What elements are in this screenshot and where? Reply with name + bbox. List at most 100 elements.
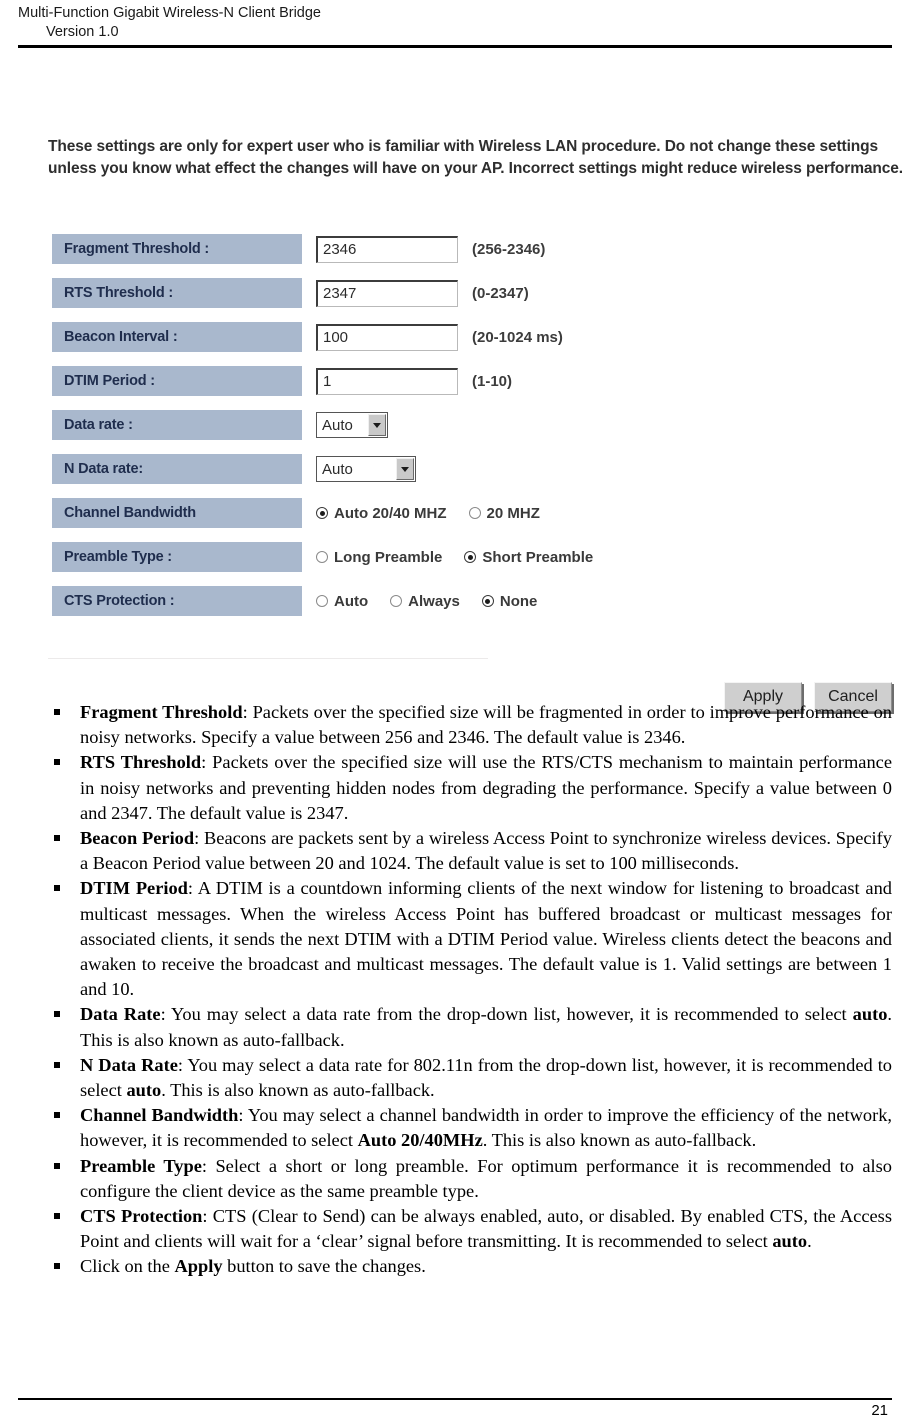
list-item: RTS Threshold: Packets over the specifie… xyxy=(48,750,892,826)
bullet-emphasis: auto xyxy=(852,1004,888,1025)
chevron-down-icon xyxy=(396,458,414,480)
bullet-term: Preamble Type xyxy=(80,1155,202,1176)
field-beacon-interval: 100 (20-1024 ms) xyxy=(316,323,563,351)
list-item: DTIM Period: A DTIM is a countdown infor… xyxy=(48,876,892,1002)
bullet-term: DTIM Period xyxy=(80,878,188,899)
radio-label: Short Preamble xyxy=(482,548,594,566)
bullet-text: : Beacons are packets sent by a wireless… xyxy=(80,828,892,874)
radio-label: Long Preamble xyxy=(334,548,443,566)
radio-icon xyxy=(468,507,481,519)
radio-label: Auto 20/40 MHZ xyxy=(334,504,447,522)
row-cts-protection: CTS Protection : Auto Always None xyxy=(52,586,882,616)
label-beacon-interval: Beacon Interval : xyxy=(52,322,302,352)
list-item: Beacon Period: Beacons are packets sent … xyxy=(48,826,892,876)
settings-description-list: Fragment Threshold : Packets over the spe… xyxy=(0,700,910,1280)
bullet-emphasis: Auto 20/40MHz xyxy=(357,1130,483,1151)
document-footer: 21 xyxy=(18,1398,892,1419)
radio-icon xyxy=(316,551,328,563)
bullet-tail: . xyxy=(807,1231,812,1252)
label-preamble-type: Preamble Type : xyxy=(52,542,302,572)
wireless-advanced-settings-panel: These settings are only for expert user … xyxy=(0,70,910,712)
data-rate-select[interactable]: Auto xyxy=(316,412,388,438)
bullet-text: : You may select a data rate from the dr… xyxy=(160,1004,853,1025)
chevron-down-icon xyxy=(368,414,386,436)
bullet-text: : A DTIM is a countdown informing client… xyxy=(80,878,892,1000)
row-fragment-threshold: Fragment Threshold : 2346 (256-2346) xyxy=(52,234,882,264)
panel-description: These settings are only for expert user … xyxy=(48,138,904,177)
bullet-emphasis: auto xyxy=(126,1080,162,1101)
radio-channel-bandwidth-20mhz[interactable]: 20 MHZ xyxy=(468,505,540,522)
product-title: Multi-Function Gigabit Wireless-N Client… xyxy=(18,5,321,21)
rts-threshold-input[interactable]: 2347 xyxy=(316,279,458,307)
radio-preamble-long[interactable]: Long Preamble xyxy=(316,549,442,566)
field-dtim-period: 1 (1-10) xyxy=(316,367,512,395)
bullet-tail: . This is also known as auto-fallback. xyxy=(482,1130,757,1151)
row-preamble-type: Preamble Type : Long Preamble Short Prea… xyxy=(52,542,882,572)
label-fragment-threshold: Fragment Threshold : xyxy=(52,234,302,264)
field-channel-bandwidth: Auto 20/40 MHZ 20 MHZ xyxy=(316,505,540,522)
radio-channel-bandwidth-auto-2040[interactable]: Auto 20/40 MHZ xyxy=(316,505,447,522)
beacon-interval-hint: (20-1024 ms) xyxy=(472,328,563,346)
row-dtim-period: DTIM Period : 1 (1-10) xyxy=(52,366,882,396)
label-data-rate: Data rate : xyxy=(52,410,302,440)
dtim-period-input[interactable]: 1 xyxy=(316,367,458,395)
row-beacon-interval: Beacon Interval : 100 (20-1024 ms) xyxy=(52,322,882,352)
preamble-type-radio-group: Long Preamble Short Preamble xyxy=(316,549,593,566)
fragment-threshold-hint: (256-2346) xyxy=(472,240,546,258)
bullet-tail: button to save the changes. xyxy=(222,1256,426,1277)
panel-divider xyxy=(48,658,488,659)
list-item: N Data Rate: You may select a data rate … xyxy=(48,1053,892,1103)
product-version: Version 1.0 xyxy=(46,24,119,40)
radio-icon xyxy=(481,595,494,607)
list-item: Channel Bandwidth: You may select a chan… xyxy=(48,1103,892,1153)
radio-cts-auto[interactable]: Auto xyxy=(316,593,368,610)
field-fragment-threshold: 2346 (256-2346) xyxy=(316,235,546,263)
label-rts-threshold: RTS Threshold : xyxy=(52,278,302,308)
radio-label: None xyxy=(499,592,538,610)
bullet-term: Channel Bandwidth xyxy=(80,1105,239,1126)
fragment-threshold-input[interactable]: 2346 xyxy=(316,235,458,263)
header-rule xyxy=(18,45,892,48)
n-data-rate-select[interactable]: Auto xyxy=(316,456,416,482)
field-cts-protection: Auto Always None xyxy=(316,593,537,610)
row-n-data-rate: N Data rate: Auto xyxy=(52,454,882,484)
bullet-emphasis: auto xyxy=(772,1231,808,1252)
bullet-emphasis: Apply xyxy=(174,1256,223,1277)
bullet-prefix: Click on the xyxy=(80,1256,175,1277)
radio-label: Always xyxy=(408,592,460,610)
bullet-term: Beacon Period xyxy=(80,828,195,849)
radio-cts-none[interactable]: None xyxy=(481,592,538,610)
field-rts-threshold: 2347 (0-2347) xyxy=(316,279,529,307)
list-item: Preamble Type: Select a short or long pr… xyxy=(48,1154,892,1204)
radio-cts-always[interactable]: Always xyxy=(390,593,460,610)
data-rate-selected-value: Auto xyxy=(322,416,353,434)
radio-label: Auto xyxy=(334,592,369,610)
radio-icon xyxy=(464,551,477,563)
bullet-text: : Packets over the specified size will u… xyxy=(80,752,892,823)
field-n-data-rate: Auto xyxy=(316,456,416,482)
field-preamble-type: Long Preamble Short Preamble xyxy=(316,549,593,566)
beacon-interval-input[interactable]: 100 xyxy=(316,323,458,351)
list-item: Click on the Apply button to save the ch… xyxy=(48,1254,892,1279)
list-item: Data Rate: You may select a data rate fr… xyxy=(48,1002,892,1052)
page-number: 21 xyxy=(871,1402,888,1419)
label-n-data-rate: N Data rate: xyxy=(52,454,302,484)
list-item: CTS Protection: CTS (Clear to Send) can … xyxy=(48,1204,892,1254)
radio-icon xyxy=(390,595,403,607)
label-channel-bandwidth: Channel Bandwidth xyxy=(52,498,302,528)
channel-bandwidth-radio-group: Auto 20/40 MHZ 20 MHZ xyxy=(316,505,540,522)
rts-threshold-hint: (0-2347) xyxy=(472,284,529,302)
bullet-term: RTS Threshold xyxy=(80,752,202,773)
n-data-rate-selected-value: Auto xyxy=(322,460,353,478)
bullet-term: N Data Rate xyxy=(80,1054,178,1075)
bullet-text: : CTS (Clear to Send) can be always enab… xyxy=(80,1206,892,1252)
document-header: Multi-Function Gigabit Wireless-N Client… xyxy=(0,0,910,42)
label-cts-protection: CTS Protection : xyxy=(52,586,302,616)
radio-preamble-short[interactable]: Short Preamble xyxy=(464,549,593,566)
bullet-term: CTS Protection xyxy=(80,1206,203,1227)
label-dtim-period: DTIM Period : xyxy=(52,366,302,396)
bullet-term: Fragment Threshold xyxy=(80,702,243,722)
row-rts-threshold: RTS Threshold : 2347 (0-2347) xyxy=(52,278,882,308)
bullet-tail: . This is also known as auto-fallback. xyxy=(161,1080,435,1101)
field-data-rate: Auto xyxy=(316,412,388,438)
